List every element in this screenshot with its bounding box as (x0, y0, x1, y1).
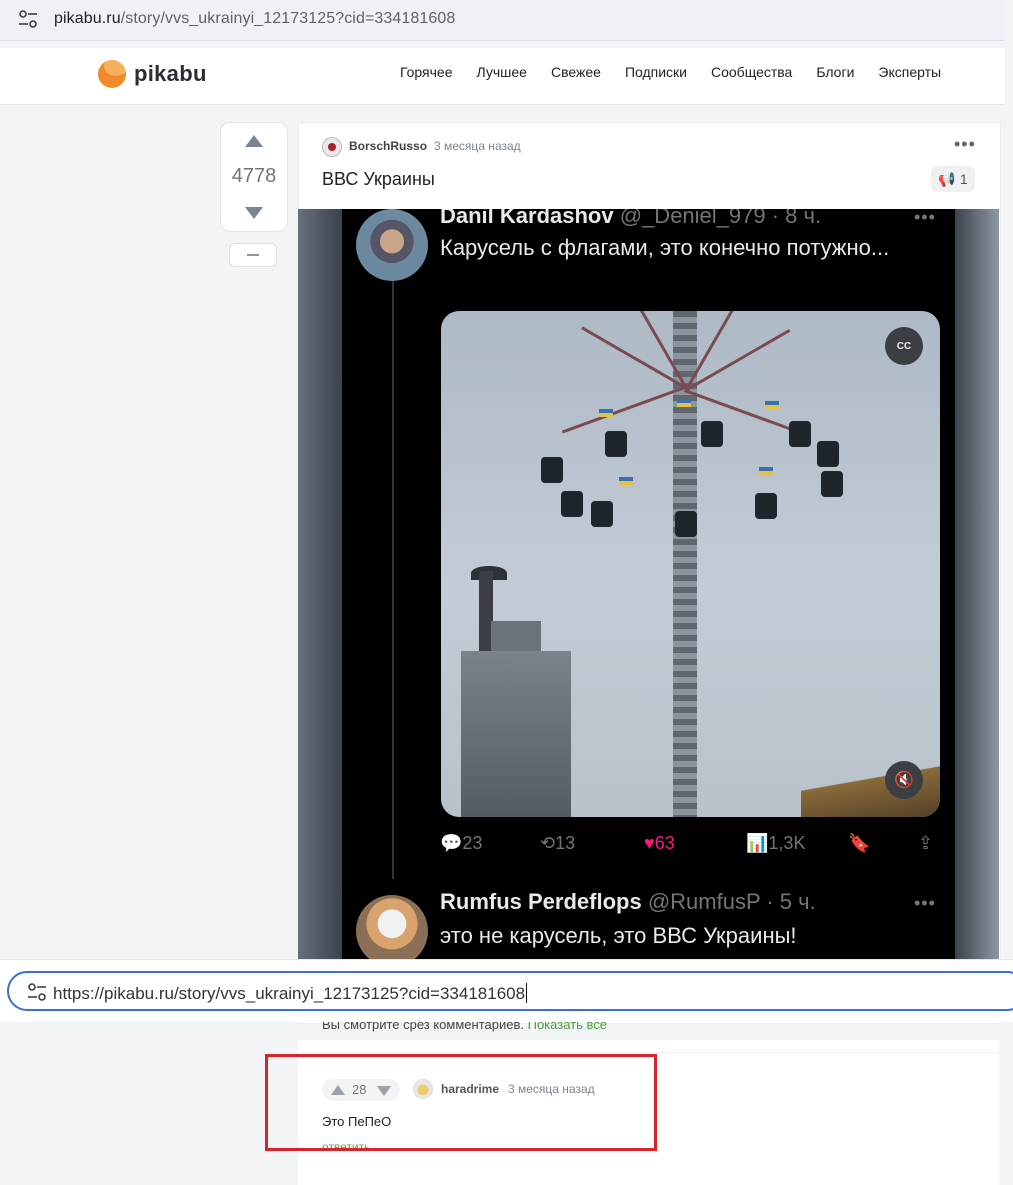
like-count-text: 63 (654, 833, 675, 853)
tweet-avatar-2 (356, 895, 428, 959)
swing-seat (591, 501, 613, 527)
tweet-avatar (356, 209, 428, 281)
tweet-actions: 💬 23 ⟲ 13 ♥ 63 📊 1,3K 🔖 ⇪ (440, 833, 940, 857)
url-host: pikabu.ru (54, 10, 121, 27)
retweet-count: ⟲ 13 (540, 833, 576, 853)
tune-icon[interactable] (27, 983, 47, 1001)
tweet2-name-text: Rumfus Perdeflops (440, 889, 642, 914)
view-count-text: 1,3K (768, 833, 806, 853)
pikabu-logo-icon (98, 60, 126, 88)
tweet-text: Карусель с флагами, это конечно потужно.… (440, 235, 890, 260)
post-title[interactable]: ВВС Украины (322, 169, 435, 190)
post-rating: 4778 (231, 165, 277, 187)
swing-seat (605, 431, 627, 457)
text-caret (526, 983, 528, 1003)
swing-seat (561, 491, 583, 517)
nav-subscriptions[interactable]: Подписки (625, 64, 687, 80)
flag (677, 399, 691, 407)
nav-experts[interactable]: Эксперты (878, 64, 941, 80)
nav-blogs[interactable]: Блоги (816, 64, 854, 80)
reply-count-text: 23 (462, 833, 483, 853)
bookmark-icon: 🔖 (848, 833, 871, 853)
tweet-photo: CC 🔇 (441, 311, 940, 817)
address-input[interactable]: https://pikabu.ru/story/vvs_ukrainyi_121… (7, 971, 1013, 1011)
nav-hot[interactable]: Горячее (400, 64, 453, 80)
tune-icon[interactable] (18, 10, 38, 28)
post-time: 3 месяца назад (434, 139, 521, 153)
swing-seat (541, 457, 563, 483)
share-icon: ⇪ (918, 833, 934, 853)
swing-seat (821, 471, 843, 497)
post-media[interactable]: Danil Kardashov @_Deniel_979 · 8 ч. ••• … (298, 209, 999, 959)
browser-address-bar[interactable]: pikabu.ru/story/vvs_ukrainyi_12173125?ci… (0, 0, 1005, 41)
tweet-author-name-2: Rumfus Perdeflops @RumfusP · 5 ч. (440, 889, 816, 915)
url-path: /story/vvs_ukrainyi_12173125?cid=3341816… (120, 10, 456, 27)
post-vote-box: 4778 (220, 122, 288, 232)
upvote-arrow-icon[interactable] (245, 135, 263, 147)
tweet-more-icon-2: ••• (914, 893, 936, 913)
badge-count: 1 (959, 171, 968, 187)
media-blur-right (955, 209, 999, 959)
site-header: pikabu Горячее Лучшее Свежее Подписки Со… (0, 48, 1005, 105)
swing-seat (789, 421, 811, 447)
main-nav: Горячее Лучшее Свежее Подписки Сообществ… (400, 64, 941, 80)
nav-fresh[interactable]: Свежее (551, 64, 601, 80)
post-badge-button[interactable]: 📢 1 (931, 166, 975, 192)
logo-text: pikabu (134, 61, 207, 86)
swing-seat (701, 421, 723, 447)
thread-line (392, 279, 394, 879)
url-text[interactable]: pikabu.ru/story/vvs_ukrainyi_12173125?ci… (54, 10, 455, 28)
nav-communities[interactable]: Сообщества (711, 64, 792, 80)
address-value: https://pikabu.ru/story/vvs_ukrainyi_121… (53, 983, 528, 1004)
address-popup: https://pikabu.ru/story/vvs_ukrainyi_121… (0, 959, 1013, 1022)
downvote-arrow-icon[interactable] (245, 207, 263, 219)
post-more-icon[interactable]: ••• (954, 135, 976, 153)
building (461, 621, 571, 817)
captions-icon: CC (885, 327, 923, 365)
highlight-box (265, 1054, 657, 1151)
nav-best[interactable]: Лучшее (477, 64, 527, 80)
retweet-count-text: 13 (555, 833, 576, 853)
view-count: 📊 1,3K (746, 833, 806, 853)
reply-count: 💬 23 (440, 833, 483, 853)
mute-icon: 🔇 (885, 761, 923, 799)
pikabu-logo[interactable]: pikabu (98, 58, 207, 90)
flag (619, 477, 633, 485)
like-count: ♥ 63 (644, 833, 675, 853)
tweet-author-name: Danil Kardashov @_Deniel_979 · 8 ч. (440, 209, 821, 229)
megaphone-icon: 📢 (938, 170, 956, 187)
address-value-text: https://pikabu.ru/story/vvs_ukrainyi_121… (53, 984, 526, 1003)
tweet-handle-2: @RumfusP · 5 ч. (647, 889, 816, 914)
carousel-arm (561, 386, 685, 434)
collapse-post-button[interactable] (229, 243, 277, 267)
tweet-name-text: Danil Kardashov (440, 209, 614, 228)
swing-seat (675, 511, 697, 537)
author-avatar[interactable] (322, 137, 342, 157)
flag (759, 467, 773, 475)
tweet-text-2: это не карусель, это ВВС Украины! (440, 923, 797, 948)
tweet-more-icon: ••• (914, 209, 936, 227)
swing-seat (755, 493, 777, 519)
divider (300, 1052, 998, 1053)
swing-seat (817, 441, 839, 467)
tweet-handle: @_Deniel_979 · 8 ч. (619, 209, 822, 228)
tweet-screenshot: Danil Kardashov @_Deniel_979 · 8 ч. ••• … (342, 209, 955, 959)
media-blur-left (298, 209, 342, 959)
flag (765, 401, 779, 409)
post-author[interactable]: BorschRusso (349, 139, 427, 153)
flag (599, 409, 613, 417)
